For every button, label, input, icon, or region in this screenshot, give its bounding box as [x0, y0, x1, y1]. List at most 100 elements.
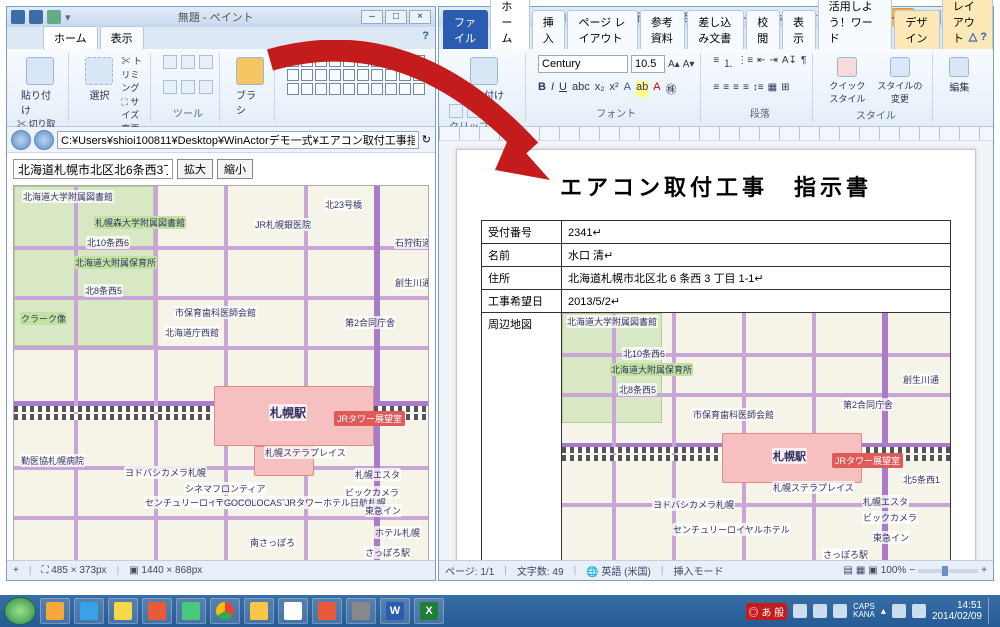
view-web-icon[interactable]: ▣ — [868, 565, 877, 576]
borders-icon[interactable]: ⊞ — [781, 82, 789, 93]
taskbar-app2[interactable] — [176, 598, 206, 624]
shrink-font-icon[interactable]: A▾ — [683, 59, 695, 70]
status-page[interactable]: ページ: 1/1 — [445, 563, 494, 578]
ruler[interactable] — [439, 127, 993, 141]
taskbar-paint[interactable] — [278, 598, 308, 624]
map-left[interactable]: 北海道大学附属図書館 札幌森大学附属図書館 北10条西6 北8条西5 北海道大附… — [13, 185, 429, 560]
indent-dec-icon[interactable]: ⇤ — [757, 55, 765, 70]
tab-review[interactable]: 校閲 — [746, 10, 780, 49]
word-document-area[interactable]: エアコン取付工事 指示書 受付番号2341↵ 名前水口 清↵ 住所北海道札幌市北… — [439, 127, 993, 560]
row-addr-value[interactable]: 北海道札幌市北区北 6 条西 3 丁目 1-1↵ — [562, 267, 951, 290]
enclose-button[interactable]: ㊑ — [666, 81, 677, 97]
row-refno-value[interactable]: 2341↵ — [562, 221, 951, 244]
maximize-button[interactable]: □ — [385, 10, 407, 24]
text-effects-button[interactable]: A — [624, 81, 631, 97]
italic-button[interactable]: I — [551, 81, 554, 97]
tray-icon[interactable] — [793, 604, 807, 618]
format-painter-icon[interactable] — [485, 104, 499, 118]
pencil-tool-icon[interactable] — [163, 55, 177, 69]
picker-tool-icon[interactable] — [181, 80, 195, 94]
row-name-value[interactable]: 水口 清↵ — [562, 244, 951, 267]
align-left-icon[interactable]: ≡ — [713, 82, 719, 93]
shading-icon[interactable]: ▦ — [768, 82, 777, 93]
show-desktop-button[interactable] — [988, 598, 996, 624]
taskbar-app1[interactable] — [142, 598, 172, 624]
row-date-value[interactable]: 2013/5/2↵ — [562, 290, 951, 313]
show-marks-icon[interactable]: ¶ — [801, 55, 806, 70]
zoom-in-button[interactable]: 拡大 — [177, 159, 213, 179]
tray-expand-icon[interactable]: ▴ — [881, 606, 886, 617]
zoom-out-button[interactable]: 縮小 — [217, 159, 253, 179]
copy-icon[interactable] — [467, 104, 481, 118]
brush-button[interactable]: ブラシ — [232, 55, 268, 119]
qat-undo-icon[interactable] — [47, 10, 61, 24]
view-print-icon[interactable]: ▤ — [843, 565, 852, 576]
tab-design[interactable]: デザイン — [894, 10, 939, 49]
sort-icon[interactable]: A↧ — [782, 55, 797, 70]
taskbar-chrome[interactable] — [210, 598, 240, 624]
grow-font-icon[interactable]: A▴ — [668, 59, 680, 70]
taskbar-ie[interactable] — [74, 598, 104, 624]
subscript-button[interactable]: x₂ — [595, 81, 605, 97]
close-button[interactable]: × — [409, 10, 431, 24]
status-words[interactable]: 文字数: 49 — [517, 563, 564, 578]
url-input[interactable] — [57, 131, 419, 149]
taskbar-app4[interactable] — [346, 598, 376, 624]
numbering-icon[interactable]: ⒈ — [723, 55, 733, 70]
shape-icon[interactable] — [287, 55, 299, 67]
indent-inc-icon[interactable]: ⇥ — [769, 55, 777, 70]
tray-icon[interactable] — [813, 604, 827, 618]
refresh-icon[interactable]: ↻ — [422, 133, 431, 146]
taskbar-mediaplayer[interactable] — [40, 598, 70, 624]
taskbar-outlook[interactable] — [244, 598, 274, 624]
superscript-button[interactable]: x² — [610, 81, 619, 97]
start-button[interactable] — [4, 597, 36, 625]
align-right-icon[interactable]: ≡ — [733, 82, 739, 93]
ime-status[interactable]: ◎ あ 般 — [746, 603, 788, 620]
taskbar-excel[interactable]: X — [414, 598, 444, 624]
network-icon[interactable] — [892, 604, 906, 618]
quick-styles-button[interactable]: クイック スタイル — [825, 55, 869, 107]
find-button[interactable]: 編集 — [945, 55, 973, 96]
zoom-control[interactable]: ▤ ▦ ▣ 100% − + — [843, 565, 987, 576]
tab-ref[interactable]: 参考資料 — [640, 10, 685, 49]
zoom-out-icon[interactable]: − — [909, 565, 915, 576]
strike-button[interactable]: abc — [572, 81, 590, 97]
tab-home[interactable]: ホーム — [43, 26, 98, 49]
status-mode[interactable]: 挿入モード — [673, 563, 723, 578]
taskbar-explorer[interactable] — [108, 598, 138, 624]
bold-button[interactable]: B — [538, 81, 546, 97]
font-size-combo[interactable] — [631, 55, 665, 73]
line-spacing-icon[interactable]: ↕≡ — [753, 82, 764, 93]
fill-tool-icon[interactable] — [181, 55, 195, 69]
text-tool-icon[interactable] — [199, 55, 213, 69]
volume-icon[interactable] — [912, 604, 926, 618]
minimize-button[interactable]: – — [361, 10, 383, 24]
tab-mail[interactable]: 差し込み文書 — [687, 10, 744, 49]
address-input[interactable] — [13, 159, 173, 179]
bullets-icon[interactable]: ≡ — [713, 55, 719, 70]
qat-save-icon[interactable] — [29, 10, 43, 24]
taskbar-app3[interactable] — [312, 598, 342, 624]
tab-layout[interactable]: ページ レイアウト — [567, 10, 637, 49]
view-read-icon[interactable]: ▦ — [856, 565, 865, 576]
change-styles-button[interactable]: スタイルの 変更 — [873, 55, 926, 107]
multilevel-icon[interactable]: ⋮≡ — [737, 55, 753, 70]
zoom-value[interactable]: 100% — [881, 565, 907, 576]
tab-addin[interactable]: 活用しよう！ワード — [818, 0, 893, 49]
underline-button[interactable]: U — [559, 81, 567, 97]
row-map-cell[interactable]: 北海道大学附属図書館 北10条西6 北海道大附属保育所 北8条西5 市保育歯科医… — [562, 313, 951, 561]
align-center-icon[interactable]: ≡ — [723, 82, 729, 93]
tab-view[interactable]: 表示 — [782, 10, 816, 49]
help-icon[interactable]: ? — [422, 30, 429, 42]
tray-icon[interactable] — [833, 604, 847, 618]
word-help-icon[interactable]: △ ? — [969, 30, 987, 43]
clock[interactable]: 14:51 2014/02/09 — [932, 600, 982, 622]
tab-file[interactable]: ファイル — [443, 10, 488, 49]
nav-forward-button[interactable] — [34, 130, 54, 150]
highlight-button[interactable]: ab — [636, 81, 648, 97]
justify-icon[interactable]: ≡ — [743, 82, 749, 93]
font-family-combo[interactable] — [538, 55, 628, 73]
zoom-tool-icon[interactable] — [199, 80, 213, 94]
trim-button[interactable]: ✂ トリミング — [121, 55, 144, 96]
